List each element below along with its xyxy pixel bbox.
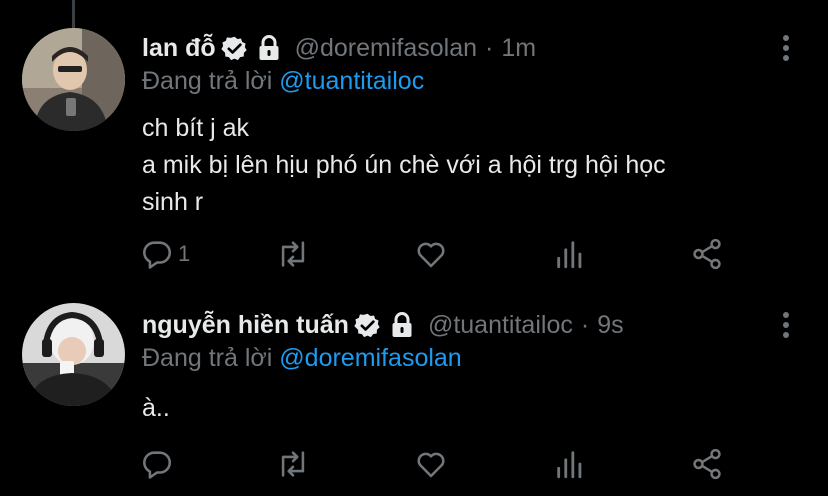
reply-icon [143,451,172,479]
analytics-icon [557,241,582,269]
replying-prefix: Đang trả lời [142,67,273,95]
retweet-button[interactable] [276,234,310,274]
timestamp[interactable]: 9s [597,310,623,340]
replying-to-link[interactable]: @tuantitailoc [279,67,424,95]
replying-prefix: Đang trả lời [142,344,273,372]
tweet-text: ch bít j ak a mik bị lên hịu phó ún chè … [142,110,666,221]
analytics-button[interactable] [553,234,587,274]
like-button[interactable] [414,234,448,274]
lock-icon [259,35,279,60]
lock-icon [392,312,412,337]
reply-button[interactable] [140,444,178,484]
display-name[interactable]: lan đỗ [142,33,216,63]
text-line: ch bít j ak [142,114,249,142]
verified-badge-icon [354,313,380,337]
avatar[interactable] [22,28,125,131]
action-bar [140,444,740,484]
retweet-button[interactable] [276,444,310,484]
avatar[interactable] [22,303,125,406]
share-button[interactable] [690,444,724,484]
separator-dot: · [485,34,494,62]
more-options-icon[interactable] [776,33,796,63]
handle[interactable]: @doremifasolan [295,33,477,63]
tweet-1[interactable]: lan đỗ @doremifasolan · 1m Đang trả lời … [0,0,828,290]
reply-count: 1 [178,241,191,266]
timestamp[interactable]: 1m [501,33,536,63]
replying-to: Đang trả lời @doremifasolan [142,343,462,373]
replying-to: Đang trả lời @tuantitailoc [142,66,424,96]
separator-dot: · [580,311,590,339]
person-avatar-icon [22,303,125,406]
heart-icon [417,242,445,268]
retweet-icon [281,241,305,267]
thread-line [72,0,75,28]
reply-button[interactable]: 1 [140,234,190,274]
analytics-button[interactable] [553,444,587,484]
tweet-header: lan đỗ @doremifasolan · 1m [142,33,536,63]
display-name[interactable]: nguyễn hiền tuấn [142,310,349,340]
reply-icon [143,241,172,269]
tweet-header: nguyễn hiền tuấn @tuantitailoc · 9s [142,310,624,340]
action-bar: 1 [140,234,740,274]
share-button[interactable] [690,234,724,274]
tweet-2[interactable]: nguyễn hiền tuấn @tuantitailoc · 9s Đang… [0,290,828,496]
share-icon [693,238,721,270]
retweet-icon [281,451,305,477]
share-icon [693,448,721,480]
text-line: a mik bị lên hịu phó ún chè với a hội tr… [142,151,666,179]
like-button[interactable] [414,444,448,484]
analytics-icon [557,451,582,479]
text-line: sinh r [142,188,204,216]
tweet-text: à.. [142,390,170,427]
verified-badge-icon [220,36,247,60]
text-line: à.. [142,394,170,422]
person-avatar-icon [22,28,125,131]
handle[interactable]: @tuantitailoc [428,310,573,340]
heart-icon [417,452,445,478]
more-options-icon[interactable] [776,310,796,340]
replying-to-link[interactable]: @doremifasolan [279,344,461,372]
